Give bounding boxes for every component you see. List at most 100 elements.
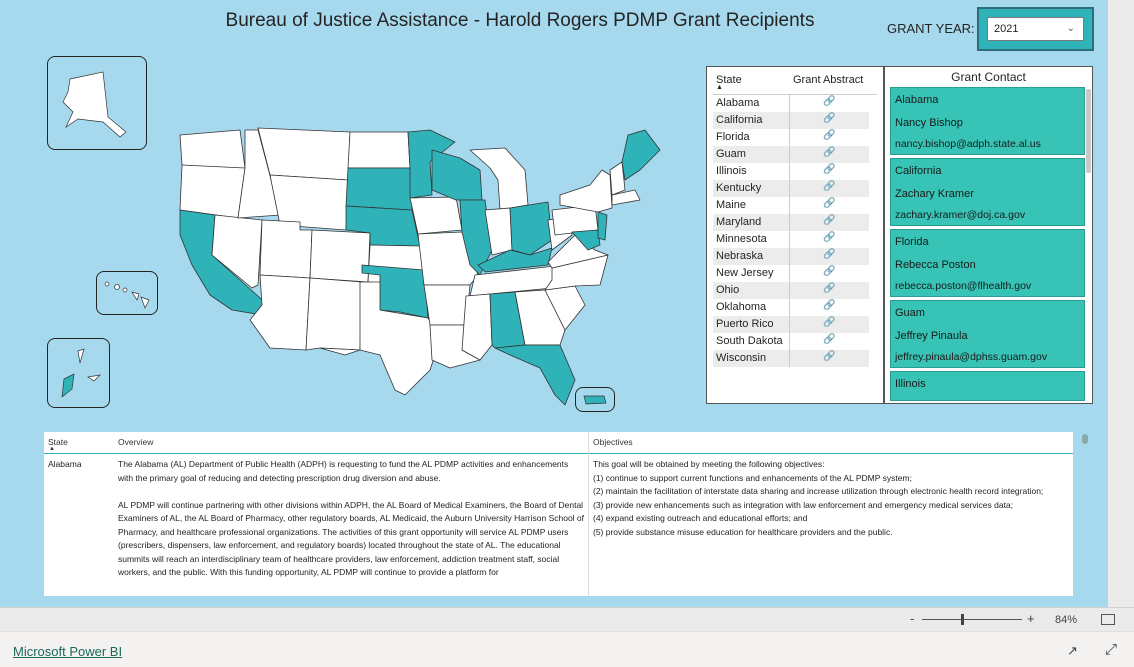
contact-email[interactable]: zachary.kramer@doj.ca.gov: [895, 209, 1025, 221]
power-bi-link[interactable]: Microsoft Power BI: [13, 644, 122, 659]
table-row[interactable]: Ohio 🔗: [713, 282, 869, 299]
fullscreen-icon[interactable]: ⤢: [1105, 641, 1117, 658]
link-icon[interactable]: 🔗: [823, 113, 835, 124]
state-new-york[interactable]: [559, 169, 613, 213]
state-montana[interactable]: [257, 127, 351, 181]
zoom-in-button[interactable]: +: [1027, 611, 1035, 626]
table-row[interactable]: California 🔗: [713, 112, 869, 129]
state-cell[interactable]: Alabama: [716, 97, 759, 109]
table-row[interactable]: Puerto Rico 🔗: [713, 316, 869, 333]
state-utah[interactable]: [259, 219, 313, 279]
state-cell[interactable]: Guam: [716, 148, 746, 160]
grant-year-dropdown[interactable]: 2021 ⌄: [987, 17, 1084, 41]
link-icon[interactable]: 🔗: [823, 215, 835, 226]
alaska-inset: [47, 56, 147, 150]
state-cell[interactable]: Wisconsin: [716, 352, 766, 364]
link-icon[interactable]: 🔗: [823, 198, 835, 209]
zoom-out-button[interactable]: -: [910, 611, 914, 626]
state-cell[interactable]: Nebraska: [716, 250, 763, 262]
link-icon[interactable]: 🔗: [823, 266, 835, 277]
contact-card[interactable]: Alabama Nancy Bishop nancy.bishop@adph.sta…: [890, 87, 1085, 155]
contact-card[interactable]: Illinois: [890, 371, 1085, 401]
state-cell[interactable]: California: [716, 114, 762, 126]
link-icon[interactable]: 🔗: [823, 300, 835, 311]
table-row[interactable]: Nebraska 🔗: [713, 248, 869, 265]
link-icon[interactable]: 🔗: [823, 283, 835, 294]
share-icon[interactable]: ↗: [1067, 643, 1078, 659]
table-row[interactable]: Alabama 🔗: [713, 95, 869, 112]
state-wisconsin[interactable]: [431, 149, 483, 201]
state-cell[interactable]: Oklahoma: [716, 301, 766, 313]
link-icon[interactable]: 🔗: [823, 147, 835, 158]
state-cell[interactable]: Florida: [716, 131, 750, 143]
state-florida[interactable]: [494, 344, 576, 406]
details-scrollbar[interactable]: [1082, 434, 1088, 444]
table-row[interactable]: Wisconsin 🔗: [713, 350, 869, 367]
state-mississippi[interactable]: [461, 293, 493, 361]
state-ohio[interactable]: [509, 201, 553, 256]
puerto-rico-inset: [575, 387, 615, 412]
contact-email[interactable]: jeffrey.pinaula@dphss.guam.gov: [895, 351, 1047, 363]
link-icon[interactable]: 🔗: [823, 96, 835, 107]
link-icon[interactable]: 🔗: [823, 232, 835, 243]
link-icon[interactable]: 🔗: [823, 334, 835, 345]
state-oregon[interactable]: [179, 164, 246, 219]
table-row[interactable]: Guam 🔗: [713, 146, 869, 163]
link-icon[interactable]: 🔗: [823, 181, 835, 192]
table-row[interactable]: South Dakota 🔗: [713, 333, 869, 350]
state-iowa[interactable]: [409, 196, 463, 235]
zoom-slider[interactable]: [922, 619, 1022, 620]
contact-email[interactable]: nancy.bishop@adph.state.al.us: [895, 138, 1041, 150]
state-cell[interactable]: Maine: [716, 199, 746, 211]
state-arizona[interactable]: [249, 274, 311, 351]
contact-card[interactable]: California Zachary Kramer zachary.kramer@d…: [890, 158, 1085, 226]
link-icon[interactable]: 🔗: [823, 164, 835, 175]
grant-abstract-column-header[interactable]: Grant Abstract: [793, 74, 863, 86]
column-divider: [789, 231, 790, 248]
link-icon[interactable]: 🔗: [823, 130, 835, 141]
table-row[interactable]: New Jersey 🔗: [713, 265, 869, 282]
state-colorado[interactable]: [309, 229, 371, 283]
state-table-header: State ▲ Grant Abstract: [713, 67, 877, 95]
contact-card[interactable]: Guam Jeffrey Pinaula jeffrey.pinaula@dphss…: [890, 300, 1085, 368]
state-cell[interactable]: Minnesota: [716, 233, 767, 245]
chevron-down-icon: ⌄: [1066, 23, 1075, 34]
link-icon[interactable]: 🔗: [823, 249, 835, 260]
table-row[interactable]: Florida 🔗: [713, 129, 869, 146]
state-maine[interactable]: [621, 129, 661, 181]
details-overview-header[interactable]: Overview: [118, 437, 153, 447]
contact-email[interactable]: rebecca.poston@flhealth.gov: [895, 280, 1031, 292]
table-row[interactable]: Illinois 🔗: [713, 163, 869, 180]
contact-name: Rebecca Poston: [895, 259, 976, 271]
objective-line: (2) maintain the facilitation of interst…: [593, 486, 1044, 496]
table-row[interactable]: Minnesota 🔗: [713, 231, 869, 248]
contact-card[interactable]: Florida Rebecca Poston rebecca.poston@flhe…: [890, 229, 1085, 297]
link-icon[interactable]: 🔗: [823, 351, 835, 362]
details-objectives-cell: This goal will be obtained by meeting th…: [593, 458, 1069, 539]
column-divider: [789, 333, 790, 350]
table-row[interactable]: Oklahoma 🔗: [713, 299, 869, 316]
state-cell[interactable]: Ohio: [716, 284, 739, 296]
state-new-mexico[interactable]: [305, 277, 363, 351]
state-cell[interactable]: New Jersey: [716, 267, 773, 279]
column-divider: [789, 197, 790, 214]
table-row[interactable]: Maryland 🔗: [713, 214, 869, 231]
state-cell[interactable]: South Dakota: [716, 335, 783, 347]
state-new-jersey[interactable]: [597, 211, 608, 241]
link-icon[interactable]: 🔗: [823, 317, 835, 328]
state-cell[interactable]: Illinois: [716, 165, 747, 177]
state-cell[interactable]: Puerto Rico: [716, 318, 773, 330]
objective-line: This goal will be obtained by meeting th…: [593, 459, 825, 469]
state-cell[interactable]: Maryland: [716, 216, 761, 228]
table-row[interactable]: Kentucky 🔗: [713, 180, 869, 197]
contact-scrollbar[interactable]: [1086, 89, 1091, 173]
state-south-dakota[interactable]: [345, 167, 413, 211]
zoom-slider-thumb[interactable]: [961, 614, 964, 625]
fit-to-page-icon[interactable]: [1101, 614, 1115, 625]
state-table-rows: Alabama 🔗 California 🔗 Florida 🔗 Guam 🔗 Illinois…: [707, 95, 883, 367]
details-objectives-header[interactable]: Objectives: [593, 437, 633, 447]
state-north-dakota[interactable]: [347, 131, 411, 169]
state-arkansas[interactable]: [423, 284, 471, 326]
table-row[interactable]: Maine 🔗: [713, 197, 869, 214]
state-cell[interactable]: Kentucky: [716, 182, 761, 194]
